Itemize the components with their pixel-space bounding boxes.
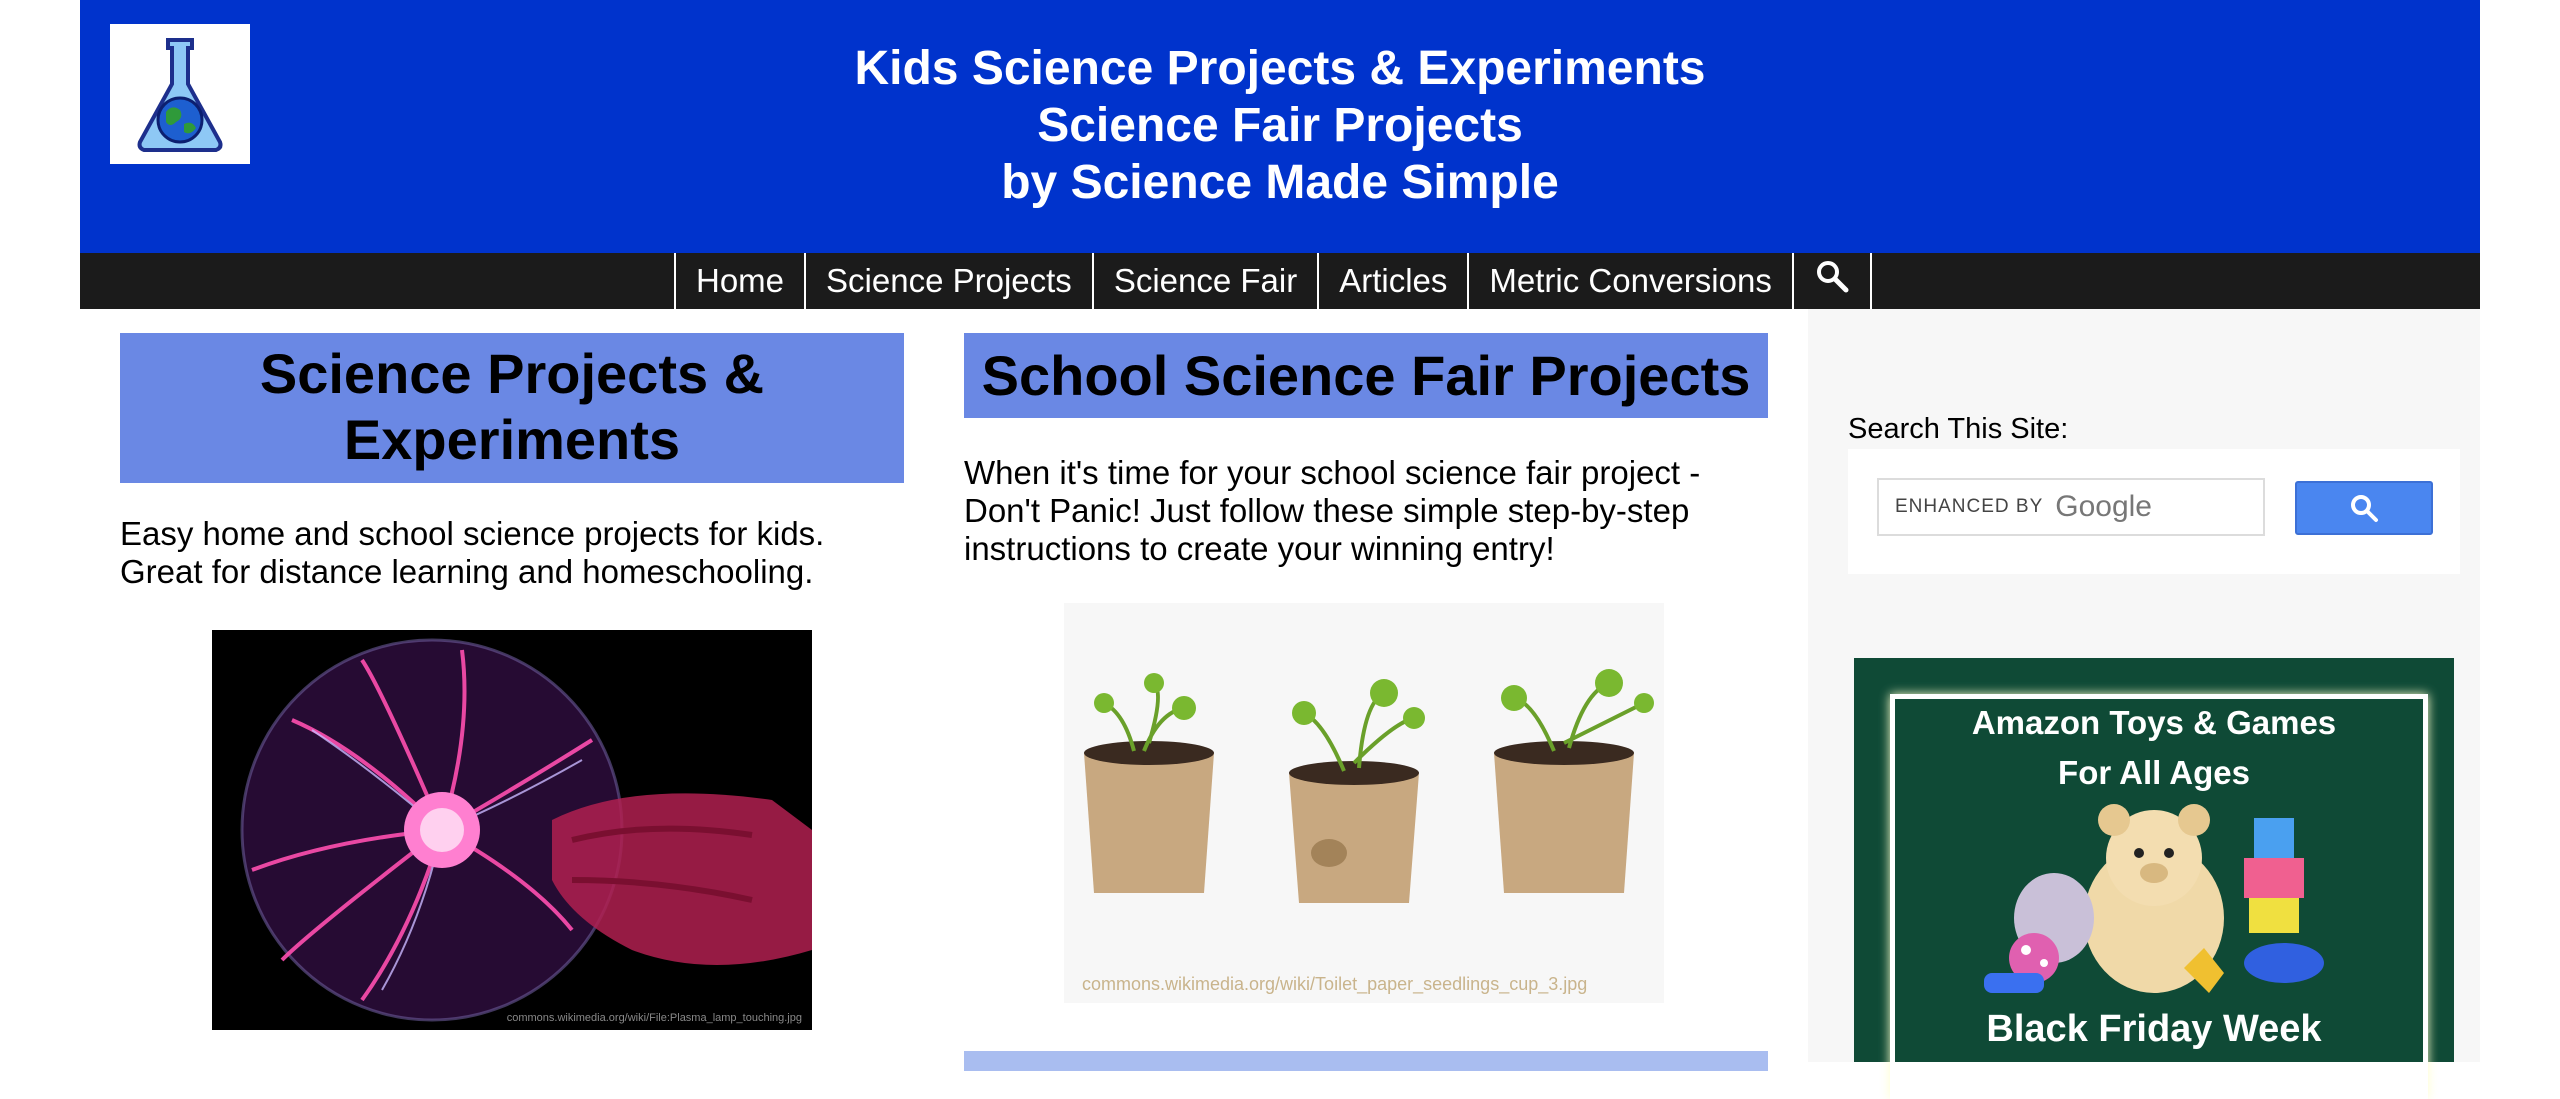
nav-home[interactable]: Home	[674, 253, 804, 309]
main-nav: Home Science Projects Science Fair Artic…	[80, 253, 2480, 309]
plasma-globe-image[interactable]: commons.wikimedia.org/wiki/File:Plasma_l…	[212, 630, 812, 1030]
flask-globe-icon	[110, 24, 250, 164]
sidebar: Search This Site: ENHANCED BY Google Ama…	[1808, 309, 2480, 1099]
site-header: Kids Science Projects & Experiments Scie…	[80, 0, 2480, 253]
nav-metric-conversions[interactable]: Metric Conversions	[1467, 253, 1791, 309]
site-search-box: ENHANCED BY Google	[1848, 449, 2460, 574]
heading-line: Experiments	[343, 408, 681, 471]
image-credit: commons.wikimedia.org/wiki/Toilet_paper_…	[1082, 974, 1588, 994]
nav-science-fair[interactable]: Science Fair	[1091, 253, 1317, 309]
middle-column: School Science Fair Projects When it's t…	[964, 333, 1768, 1071]
google-logo: Google	[2055, 490, 2152, 523]
amazon-toys-ad[interactable]: Amazon Toys & Games For All Ages Black F…	[1854, 658, 2454, 1099]
science-projects-intro: Easy home and school science projects fo…	[120, 515, 825, 590]
search-input[interactable]: ENHANCED BY Google	[1877, 478, 2265, 536]
search-icon	[2351, 495, 2378, 522]
site-title-line: Science Fair Projects	[1037, 99, 1523, 152]
next-section-banner	[964, 1051, 1768, 1071]
nav-search-button[interactable]	[1791, 253, 1872, 309]
search-enhanced-label: ENHANCED BY	[1895, 496, 2044, 517]
site-title-line: by Science Made Simple	[1001, 156, 1559, 209]
nav-articles[interactable]: Articles	[1317, 253, 1467, 309]
science-projects-heading[interactable]: Science Projects & Experiments	[120, 333, 904, 483]
page: Kids Science Projects & Experiments Scie…	[80, 0, 2480, 1099]
search-icon	[1816, 261, 1849, 293]
site-logo[interactable]	[110, 24, 250, 164]
site-title-line: Kids Science Projects & Experiments	[854, 42, 1706, 95]
search-label: Search This Site:	[1848, 413, 2069, 445]
science-fair-intro: When it's time for your school science f…	[964, 454, 1701, 567]
nav-science-projects[interactable]: Science Projects	[804, 253, 1092, 309]
science-fair-heading[interactable]: School Science Fair Projects	[964, 333, 1768, 418]
heading-line: Science Projects &	[259, 342, 765, 405]
ad-title: Amazon Toys & Games For All Ages	[1854, 698, 2454, 798]
seedlings-image[interactable]: commons.wikimedia.org/wiki/Toilet_paper_…	[1064, 603, 1664, 1003]
seedlings-graphic	[1064, 603, 1664, 1003]
ad-title-line: Amazon Toys & Games	[1971, 704, 2337, 741]
image-credit: commons.wikimedia.org/wiki/File:Plasma_l…	[506, 1012, 802, 1024]
site-title: Kids Science Projects & Experiments Scie…	[480, 40, 2080, 211]
left-column: Science Projects & Experiments Easy home…	[120, 333, 904, 1030]
ad-subtitle: Black Friday Week	[1986, 1008, 2322, 1050]
toys-illustration	[1984, 804, 2324, 993]
search-button[interactable]	[2295, 481, 2433, 535]
plasma-globe-graphic	[212, 630, 812, 1030]
ad-title-line: For All Ages	[2058, 754, 2250, 791]
